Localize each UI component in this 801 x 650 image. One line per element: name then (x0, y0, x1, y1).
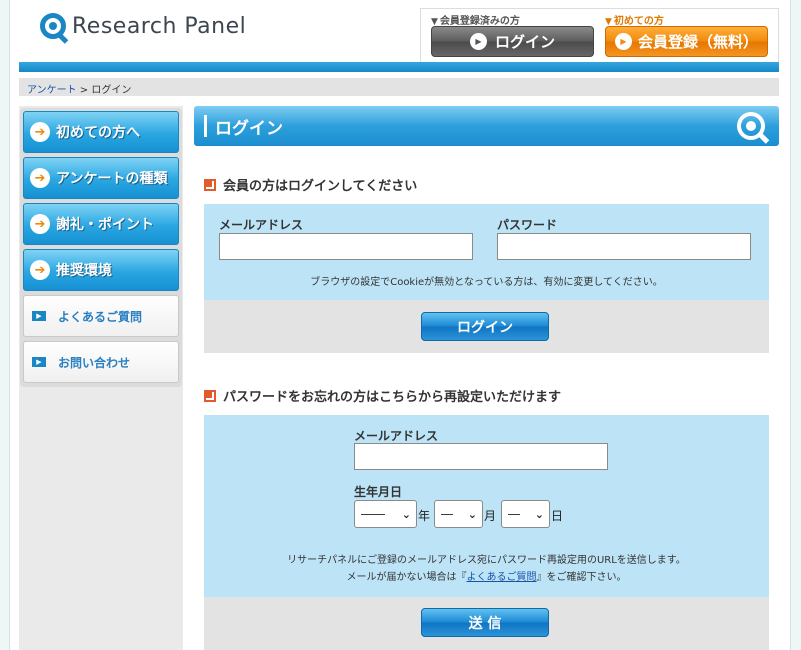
month-unit: 月 (484, 509, 497, 523)
sidebar-item-environment[interactable]: ➔ 推奨環境 (23, 249, 179, 291)
email-input[interactable] (219, 233, 473, 260)
site-header: Research Panel ▼ 会員登録済みの方 ▼ 初めての方 ▶ ログイン ▶… (10, 0, 792, 72)
reset-note-line1: リサーチパネルにご登録のメールアドレス宛にパスワード再設定用のURLを送信します… (287, 555, 686, 566)
main-content: ログイン 会員の方はログインしてください メールアドレス パスワード ブラウザの… (194, 106, 779, 650)
sidebar-item-label: お問い合わせ (58, 355, 131, 370)
new-member-caption: ▼ 初めての方 (605, 12, 664, 27)
reset-note-line2: メールが届かない場合は『よくあるご質問』をご確認下さい。 (204, 568, 769, 583)
login-submit-panel: ログイン (204, 300, 769, 353)
breadcrumb-separator: > (76, 85, 92, 96)
login-heading-text: 会員の方はログインしてください (223, 179, 418, 194)
header-login-button[interactable]: ▶ ログイン (431, 26, 594, 57)
sidebar-item-label: 推奨環境 (56, 263, 112, 279)
section-arrow-icon (204, 178, 216, 191)
sidebar-item-label: よくあるご質問 (58, 309, 143, 324)
header-register-button[interactable]: ▶ 会員登録（無料） (605, 26, 768, 57)
search-logo-icon (737, 112, 765, 140)
header-auth-box: ▼ 会員登録済みの方 ▼ 初めての方 ▶ ログイン ▶ 会員登録（無料） (420, 8, 779, 62)
header-bar (19, 62, 779, 72)
reset-form-panel: メールアドレス 生年月日 ―― ⌄ 年 ― ⌄ 月 ― ⌄ 日 リサーチパネルに… (204, 415, 769, 597)
reset-note-post: 』をご確認下さい。 (536, 572, 627, 583)
reset-submit-button[interactable]: 送 信 (421, 608, 549, 637)
login-section-heading: 会員の方はログインしてください (194, 175, 779, 194)
chevron-down-icon: ⌄ (467, 507, 477, 521)
arrow-right-icon: ➔ (30, 260, 50, 280)
sidebar: ➔ 初めての方へ ➔ アンケートの種類 ➔ 謝礼・ポイント ➔ 推奨環境 ▶ よ… (19, 106, 183, 650)
play-icon: ▶ (32, 357, 46, 367)
email-label: メールアドレス (219, 218, 304, 232)
page-title: ログイン (215, 118, 283, 139)
reset-section: パスワードをお忘れの方はこちらから再設定いただけます (194, 386, 779, 405)
header-register-label: 会員登録（無料） (637, 33, 758, 51)
birth-month-select[interactable]: ― ⌄ (434, 500, 483, 528)
reset-submit-label: 送 信 (468, 615, 502, 632)
birth-day-value: ― (508, 507, 520, 521)
chevron-down-icon: ⌄ (401, 507, 411, 521)
sidebar-item-contact[interactable]: ▶ お問い合わせ (23, 341, 179, 383)
sidebar-item-survey-types[interactable]: ➔ アンケートの種類 (23, 157, 179, 199)
sidebar-item-faq[interactable]: ▶ よくあるご質問 (23, 295, 179, 337)
sidebar-item-label: 謝礼・ポイント (56, 217, 154, 233)
password-input[interactable] (497, 233, 751, 260)
reset-heading-text: パスワードをお忘れの方はこちらから再設定いただけます (223, 390, 562, 405)
reset-note-pre: メールが届かない場合は『 (346, 572, 467, 583)
year-unit: 年 (418, 509, 431, 523)
member-caption: ▼ 会員登録済みの方 (431, 12, 520, 27)
logo-icon (40, 13, 66, 39)
reset-email-input[interactable] (354, 443, 608, 470)
chevron-down-icon: ⌄ (534, 507, 544, 521)
play-icon: ▶ (469, 33, 487, 50)
play-icon: ▶ (614, 33, 632, 50)
sidebar-item-label: 初めての方へ (56, 125, 140, 141)
login-submit-label: ログイン (457, 319, 513, 336)
reset-email-label: メールアドレス (354, 429, 439, 443)
breadcrumb-current: ログイン (91, 85, 132, 96)
sidebar-menu: ➔ 初めての方へ ➔ アンケートの種類 ➔ 謝礼・ポイント ➔ 推奨環境 ▶ よ… (20, 108, 182, 387)
faq-link[interactable]: よくあるご質問 (467, 572, 537, 583)
reset-submit-panel: 送 信 (204, 597, 769, 650)
page-container: Research Panel ▼ 会員登録済みの方 ▼ 初めての方 ▶ ログイン ▶… (9, 0, 791, 650)
sidebar-item-label: アンケートの種類 (56, 171, 168, 187)
login-section: 会員の方はログインしてください (194, 175, 779, 194)
birth-month-value: ― (441, 507, 453, 521)
login-form-panel: メールアドレス パスワード ブラウザの設定でCookieが無効となっている方は、… (204, 204, 769, 300)
header-login-label: ログイン (494, 33, 555, 51)
breadcrumb-home-link[interactable]: アンケート (27, 85, 77, 96)
password-label: パスワード (497, 218, 558, 232)
login-submit-button[interactable]: ログイン (421, 312, 549, 341)
cookie-note: ブラウザの設定でCookieが無効となっている方は、有効に変更してください。 (310, 277, 663, 288)
section-arrow-icon (204, 389, 216, 402)
birth-year-select[interactable]: ―― ⌄ (354, 500, 417, 528)
birthday-label: 生年月日 (354, 485, 403, 499)
reset-section-heading: パスワードをお忘れの方はこちらから再設定いただけます (194, 386, 779, 405)
sidebar-item-rewards[interactable]: ➔ 謝礼・ポイント (23, 203, 179, 245)
arrow-right-icon: ➔ (30, 122, 50, 142)
arrow-right-icon: ➔ (30, 168, 50, 188)
arrow-right-icon: ➔ (30, 214, 50, 234)
breadcrumb: アンケート > ログイン (19, 78, 779, 96)
page-title-bar: ログイン (194, 106, 779, 146)
site-logo[interactable]: Research Panel (40, 13, 246, 39)
logo-text: Research Panel (72, 13, 247, 39)
title-accent-bar (204, 115, 207, 137)
sidebar-item-first-time[interactable]: ➔ 初めての方へ (23, 111, 179, 153)
day-unit: 日 (551, 509, 564, 523)
birth-day-select[interactable]: ― ⌄ (501, 500, 550, 528)
play-icon: ▶ (32, 311, 46, 321)
birth-year-value: ―― (361, 507, 385, 521)
